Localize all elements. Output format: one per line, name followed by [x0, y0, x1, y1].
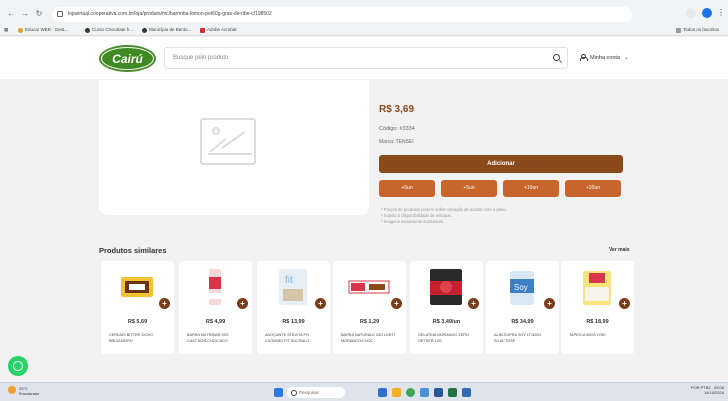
address-bar[interactable]: lojavirtual.cooperativa.com.br/loja/prod…	[52, 7, 632, 22]
bookmark-curso[interactable]: Curso Chocolate h...	[85, 24, 133, 36]
product-image	[583, 271, 611, 305]
excel-icon[interactable]	[448, 388, 457, 397]
whatsapp-icon[interactable]	[8, 356, 28, 376]
apps-icon[interactable]: ▦	[4, 24, 8, 36]
logo[interactable]: Cairú	[99, 45, 156, 72]
product-card[interactable]: Soy + R$ 34,99 ALIM.SUPRA SOY LT/300G S/…	[486, 261, 559, 354]
add-icon[interactable]: +	[315, 298, 326, 309]
add-icon[interactable]: +	[159, 298, 170, 309]
qty-button-1[interactable]: +5un	[379, 180, 435, 197]
menu-icon[interactable]: ⋮	[716, 8, 726, 18]
star-icon[interactable]	[686, 8, 696, 18]
image-placeholder-icon	[200, 118, 256, 165]
weather-widget[interactable]: 25°C Ensolarado	[8, 386, 39, 396]
product-brand: Marca: TENSEI	[379, 139, 414, 145]
windows-start-icon[interactable]	[274, 388, 283, 397]
bookmarks-bar: ▦ Educar WEB - Gest... Curso Chocolate h…	[0, 24, 728, 36]
product-card[interactable]: + R$ 5,69 CEREAIS BITTER 3X20G BRIGADEIR…	[101, 261, 174, 354]
sun-icon	[8, 386, 16, 394]
product-image	[430, 269, 462, 305]
site-header: Cairú Busque pelo produto Minha conta ⌄	[0, 37, 728, 79]
app-icon[interactable]	[420, 388, 429, 397]
svg-text:Soy: Soy	[514, 283, 528, 292]
profile-icon[interactable]	[702, 8, 712, 18]
search-icon[interactable]	[553, 54, 560, 61]
section-title: Produtos similares	[99, 246, 167, 255]
product-card[interactable]: + R$ 3,49/un GELATINA MORANGO ZERO OETKE…	[410, 261, 483, 354]
bookmark-municipio[interactable]: Município de Bento...	[142, 24, 191, 36]
add-to-cart-button[interactable]: Adicionar	[379, 155, 623, 173]
search-input[interactable]: Busque pelo produto	[164, 47, 568, 69]
add-icon[interactable]: +	[468, 298, 479, 309]
product-card[interactable]: + R$ 4,99 BARRA NUTRIBAR 25G CAST.NOR.CH…	[179, 261, 252, 354]
product-image-card	[99, 80, 369, 215]
user-icon	[580, 54, 588, 61]
word-icon[interactable]	[434, 388, 443, 397]
lock-icon	[57, 11, 63, 17]
bookmark-adobe[interactable]: Adobe Acrobat	[200, 24, 237, 36]
bookmark-educar[interactable]: Educar WEB - Gest...	[18, 24, 68, 36]
back-icon[interactable]: ←	[6, 9, 16, 19]
chevron-down-icon: ⌄	[623, 54, 629, 61]
account-menu[interactable]: Minha conta ⌄	[580, 54, 629, 61]
product-image: Soy	[510, 271, 534, 305]
see-more-link[interactable]: Ver mais	[609, 247, 630, 253]
taskbar: 25°C Ensolarado Pesquisar POR PTB2 09:06…	[0, 382, 728, 401]
taskbar-search[interactable]: Pesquisar	[287, 387, 345, 398]
product-notes: * Preços de produtos podem sofrer variaç…	[381, 207, 507, 224]
reload-icon[interactable]: ↻	[34, 9, 44, 19]
product-card[interactable]: fit + R$ 13,99 ADOÇANTE STEVITA PO CX/35…	[257, 261, 330, 354]
chrome-icon[interactable]	[406, 388, 415, 397]
qty-button-4[interactable]: +20un	[565, 180, 621, 197]
folder-icon[interactable]	[392, 388, 401, 397]
product-image	[209, 269, 221, 305]
add-icon[interactable]: +	[619, 298, 630, 309]
product-image	[121, 277, 153, 297]
add-icon[interactable]: +	[391, 298, 402, 309]
url-text: lojavirtual.cooperativa.com.br/loja/prod…	[68, 11, 272, 17]
browser-toolbar: ← → ↻ lojavirtual.cooperativa.com.br/loj…	[0, 0, 728, 36]
product-card[interactable]: + R$ 18,99 TAPIOCA 500G YOKI	[561, 261, 634, 354]
app-icon[interactable]	[462, 388, 471, 397]
product-code: Código: #3334	[379, 126, 415, 132]
bookmark-all[interactable]: Todos os favoritos	[676, 24, 719, 36]
forward-icon[interactable]: →	[20, 9, 30, 19]
qty-button-2[interactable]: +5un	[441, 180, 497, 197]
product-card[interactable]: + R$ 1,29 BARRA NATURALE 25G LIGHT MORAN…	[333, 261, 406, 354]
product-price: R$ 3,69	[379, 104, 415, 115]
add-icon[interactable]: +	[544, 298, 555, 309]
system-tray[interactable]: POR PTB2 09:06 14/10/2024	[691, 385, 724, 395]
product-image: fit	[279, 269, 307, 305]
qty-button-3[interactable]: +10un	[503, 180, 559, 197]
app-icon[interactable]	[378, 388, 387, 397]
add-icon[interactable]: +	[237, 298, 248, 309]
product-image	[348, 280, 390, 294]
svg-text:fit: fit	[285, 275, 293, 286]
